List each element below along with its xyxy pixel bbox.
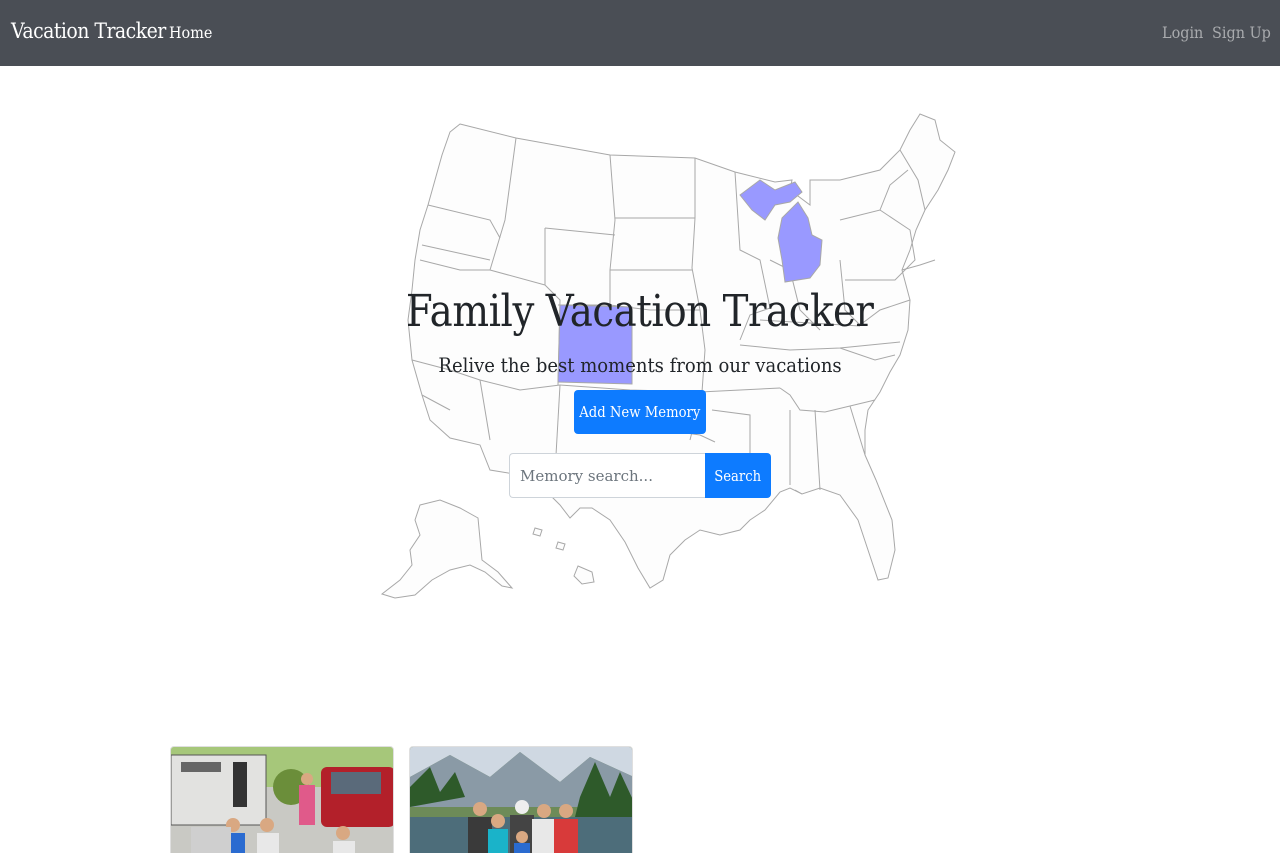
navbar: Vacation Tracker Home Login Sign Up [0, 0, 1280, 66]
search-button-label: Search [714, 466, 762, 485]
memory-card-image[interactable] [171, 747, 394, 853]
search-form: Search [509, 453, 771, 498]
add-new-memory-button[interactable]: Add New Memory [574, 390, 706, 434]
memory-card[interactable] [170, 746, 394, 853]
memory-search-input[interactable] [509, 453, 705, 498]
hero-subtitle-text: Relive the best moments from our vacatio… [438, 353, 842, 377]
nav-home-link[interactable]: Home [169, 23, 212, 42]
hero-subtitle: Relive the best moments from our vacatio… [0, 353, 1280, 377]
hero-title-text: Family Vacation Tracker [406, 286, 874, 337]
nav-signup-link[interactable]: Sign Up [1212, 23, 1271, 42]
search-button[interactable]: Search [705, 453, 771, 498]
add-new-memory-label: Add New Memory [579, 403, 701, 421]
memory-card[interactable] [409, 746, 633, 853]
hero-title: Family Vacation Tracker [0, 286, 1280, 337]
memory-card-image[interactable] [410, 747, 633, 853]
brand-link[interactable]: Vacation Tracker [11, 19, 166, 43]
nav-login-link[interactable]: Login [1162, 23, 1203, 42]
